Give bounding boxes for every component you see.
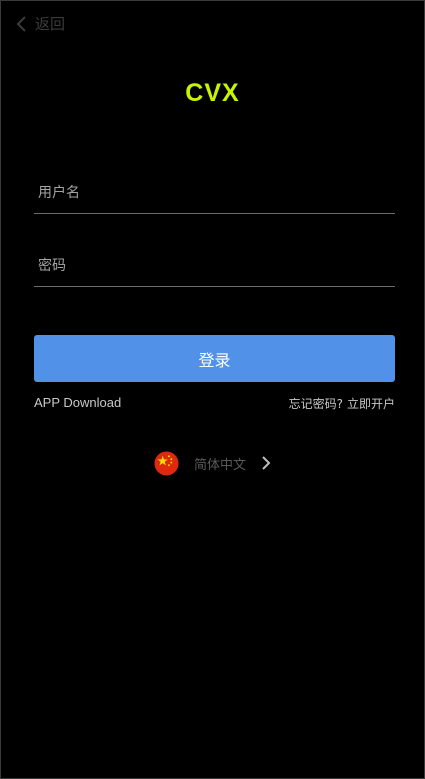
language-label: 简体中文 (194, 457, 247, 473)
china-flag-icon (154, 450, 179, 476)
password-input[interactable] (34, 246, 395, 286)
app-download-link[interactable]: APP Download (34, 395, 121, 410)
auth-links: APP Download 忘记密码? 立即开户 (34, 395, 395, 413)
username-field (34, 173, 395, 214)
login-screen: 返回 CVX 登录 APP Download 忘记密码? 立即开户 简体中文 (0, 0, 425, 779)
language-selector[interactable]: 简体中文 (154, 450, 272, 476)
chevron-right-icon (262, 456, 271, 470)
open-account-link[interactable]: 立即开户 (347, 395, 395, 412)
back-button[interactable]: 返回 (13, 13, 65, 35)
forgot-password-link[interactable]: 忘记密码? (289, 395, 343, 412)
brand-logo: CVX (185, 79, 240, 107)
username-input[interactable] (34, 173, 395, 213)
account-links: 忘记密码? 立即开户 (289, 395, 395, 412)
login-button[interactable]: 登录 (34, 335, 395, 382)
password-field (34, 246, 395, 287)
chevron-left-icon (16, 16, 26, 32)
back-label: 返回 (35, 15, 66, 33)
